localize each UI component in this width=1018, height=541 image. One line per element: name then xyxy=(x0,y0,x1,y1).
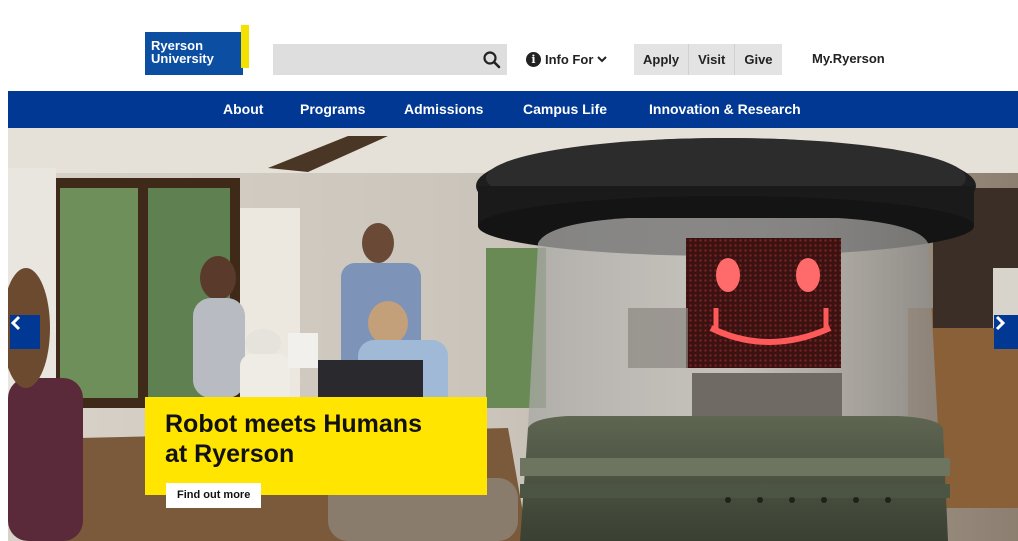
page: Ryerson University i Info For Apply Visi… xyxy=(8,8,1018,541)
hero-carousel: Robot meets Humans at Ryerson Find out m… xyxy=(8,128,1018,541)
chevron-right-icon xyxy=(995,315,1006,331)
logo-accent-bar xyxy=(241,25,249,68)
nav-item-programs[interactable]: Programs xyxy=(300,91,365,128)
main-nav: About Programs Admissions Campus Life In… xyxy=(8,91,1018,128)
visit-link[interactable]: Visit xyxy=(689,44,736,75)
find-out-more-button[interactable]: Find out more xyxy=(166,483,262,508)
logo-line-2: University xyxy=(151,51,214,66)
nav-item-admissions[interactable]: Admissions xyxy=(404,91,483,128)
hero-title-line-2: at Ryerson xyxy=(165,440,295,468)
ryerson-logo[interactable]: Ryerson University xyxy=(145,25,249,75)
search-icon xyxy=(483,51,501,69)
nav-item-innovation-research[interactable]: Innovation & Research xyxy=(649,91,801,128)
info-for-dropdown[interactable]: i Info For xyxy=(526,48,608,70)
quick-links: Apply Visit Give xyxy=(634,44,782,75)
info-for-label: Info For xyxy=(545,51,594,67)
logo-wordmark: Ryerson University xyxy=(145,32,243,75)
nav-item-campus-life[interactable]: Campus Life xyxy=(523,91,607,128)
apply-link[interactable]: Apply xyxy=(634,44,690,75)
my-ryerson-link[interactable]: My.Ryerson xyxy=(812,51,885,66)
site-header: Ryerson University i Info For Apply Visi… xyxy=(8,8,1018,91)
search-bar xyxy=(273,44,507,75)
search-button[interactable] xyxy=(481,49,503,71)
hero-caption: Robot meets Humans at Ryerson xyxy=(145,397,487,495)
chevron-left-icon xyxy=(10,315,21,331)
search-input[interactable] xyxy=(273,44,473,75)
carousel-prev-button[interactable] xyxy=(10,315,40,349)
chevron-down-icon xyxy=(597,56,608,63)
hero-title-line-1: Robot meets Humans xyxy=(165,410,422,438)
info-icon: i xyxy=(526,51,541,67)
carousel-next-button[interactable] xyxy=(994,315,1018,349)
give-link[interactable]: Give xyxy=(735,44,781,75)
nav-item-about[interactable]: About xyxy=(223,91,263,128)
